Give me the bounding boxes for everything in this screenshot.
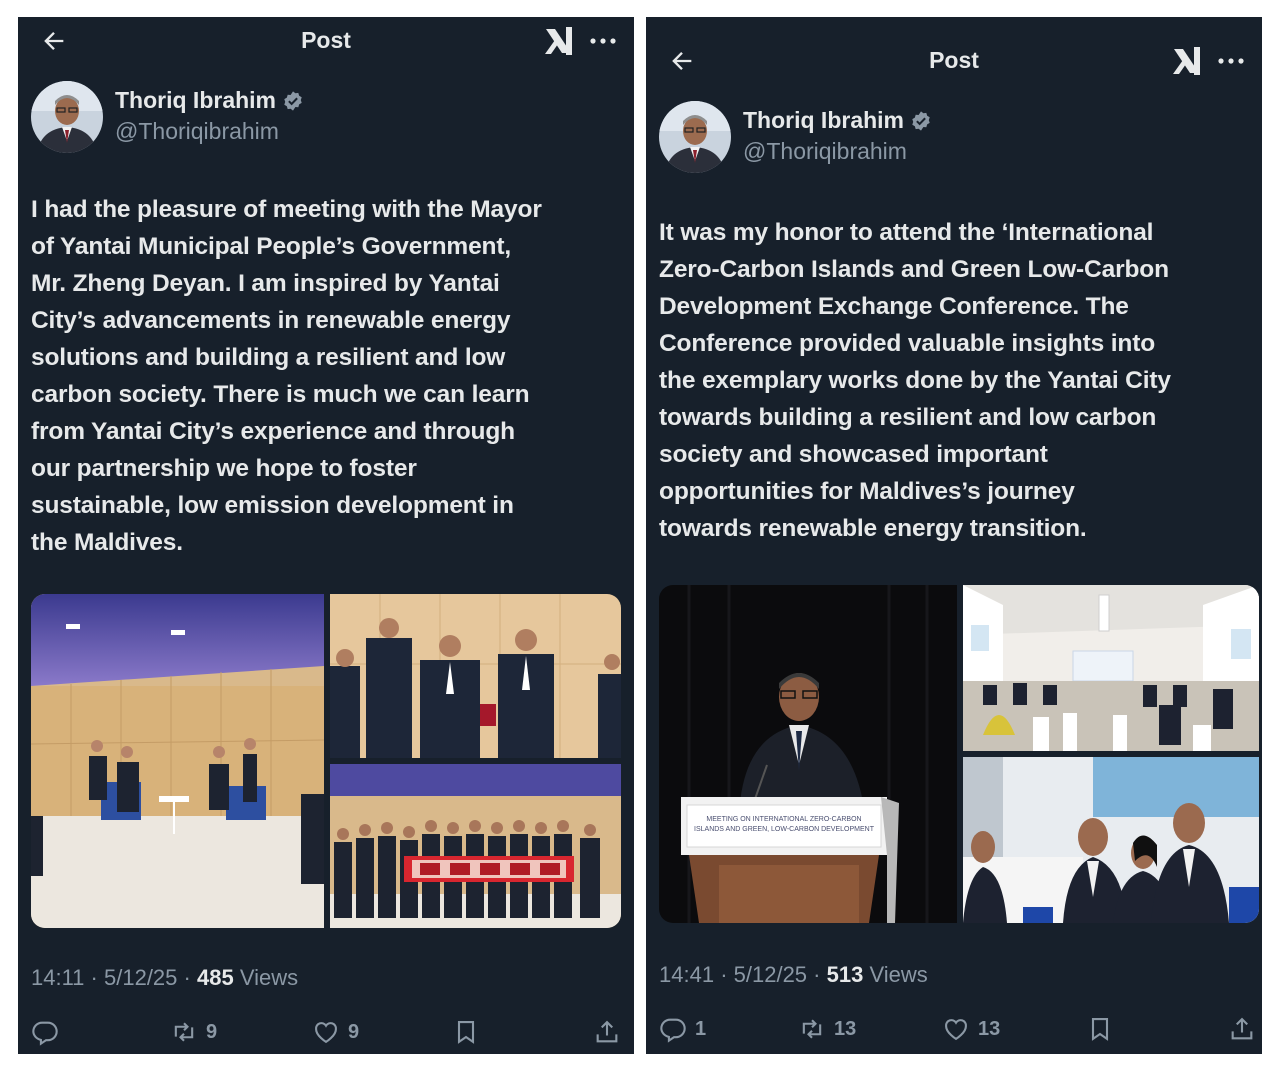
repost-icon — [174, 1022, 194, 1042]
post-date[interactable]: 5/12/25 — [104, 965, 177, 990]
post-meta: 14:11 · 5/12/25 · 485 Views — [31, 965, 298, 991]
avatar[interactable] — [31, 81, 103, 153]
repost-icon — [802, 1019, 822, 1039]
top-bar: Post — [18, 17, 634, 67]
repost-count: 13 — [834, 1017, 857, 1040]
verified-badge-icon — [912, 111, 930, 131]
more-icon[interactable] — [588, 27, 618, 55]
reply-icon — [32, 1021, 58, 1046]
reply-icon — [660, 1018, 686, 1043]
post-meta: 14:41 · 5/12/25 · 513 Views — [659, 962, 928, 988]
repost-button[interactable]: 9 — [170, 1012, 217, 1052]
verified-badge-icon — [284, 91, 302, 111]
media-grid: MEETING ON INTERNATIONAL ZERO-CARBON ISL… — [659, 585, 1259, 923]
post-panel-left: Post Thoriq Ibrahim @Thoriqibrahim I had… — [18, 17, 634, 1054]
like-button[interactable]: 13 — [942, 1009, 1000, 1049]
author-handle[interactable]: @Thoriqibrahim — [115, 118, 279, 145]
post-time[interactable]: 14:11 — [31, 965, 84, 990]
views-label: Views — [239, 965, 299, 990]
photo-seated-attendees[interactable] — [963, 757, 1259, 923]
views-count[interactable]: 513 — [827, 962, 864, 987]
media-grid — [31, 594, 621, 928]
share-icon — [1231, 1017, 1253, 1040]
podium-sign-line-1: MEETING ON INTERNATIONAL ZERO-CARBON — [706, 816, 861, 823]
more-icon[interactable] — [1216, 47, 1246, 75]
author-name[interactable]: Thoriq Ibrahim — [743, 107, 904, 134]
action-bar: 1 13 13 — [646, 1009, 1262, 1049]
share-button[interactable] — [593, 1012, 621, 1052]
like-count: 9 — [348, 1020, 360, 1043]
tweet-text: It was my honor to attend the ‘Internati… — [659, 219, 1171, 542]
author-handle[interactable]: @Thoriqibrahim — [743, 138, 907, 165]
photo-gift-exchange[interactable] — [330, 594, 621, 758]
views-count[interactable]: 485 — [197, 965, 234, 990]
photo-group-banner[interactable] — [330, 764, 621, 928]
podium-sign-line-2: ISLANDS AND GREEN, LOW-CARBON DEVELOPMEN… — [694, 826, 875, 833]
photo-speaker-podium[interactable]: MEETING ON INTERNATIONAL ZERO-CARBON ISL… — [659, 585, 957, 923]
meta-separator: · — [90, 965, 98, 990]
bookmark-icon — [457, 1021, 475, 1044]
repost-count: 9 — [206, 1020, 218, 1043]
heart-icon — [315, 1022, 337, 1044]
meta-separator: · — [813, 962, 821, 987]
like-count: 13 — [978, 1017, 1001, 1040]
reply-button[interactable]: 1 — [659, 1009, 706, 1049]
bookmark-button[interactable] — [452, 1012, 480, 1052]
top-bar: Post — [646, 37, 1262, 87]
avatar[interactable] — [659, 101, 731, 173]
bookmark-icon — [1091, 1018, 1109, 1041]
author-name[interactable]: Thoriq Ibrahim — [115, 87, 276, 114]
grok-icon[interactable] — [1170, 43, 1204, 79]
views-label: Views — [869, 962, 928, 987]
action-bar: 9 9 — [18, 1012, 634, 1052]
share-button[interactable] — [1228, 1009, 1256, 1049]
photo-meeting-seated[interactable] — [31, 594, 324, 928]
share-icon — [596, 1020, 618, 1043]
grok-icon[interactable] — [542, 23, 576, 59]
reply-count: 1 — [695, 1017, 707, 1040]
heart-icon — [945, 1019, 967, 1041]
meta-separator: · — [720, 962, 728, 987]
meta-separator: · — [183, 965, 191, 990]
post-date[interactable]: 5/12/25 — [734, 962, 807, 987]
reply-button[interactable] — [31, 1012, 67, 1052]
back-arrow-icon[interactable] — [668, 47, 696, 75]
bookmark-button[interactable] — [1086, 1009, 1114, 1049]
tweet-text: I had the pleasure of meeting with the M… — [31, 196, 542, 556]
repost-button[interactable]: 13 — [798, 1009, 856, 1049]
like-button[interactable]: 9 — [312, 1012, 359, 1052]
photo-conference-hall[interactable] — [963, 585, 1259, 751]
post-panel-right: Post Thoriq Ibrahim @Thoriqibrahim It wa… — [646, 17, 1262, 1054]
back-arrow-icon[interactable] — [40, 27, 68, 55]
post-time[interactable]: 14:41 — [659, 962, 714, 987]
